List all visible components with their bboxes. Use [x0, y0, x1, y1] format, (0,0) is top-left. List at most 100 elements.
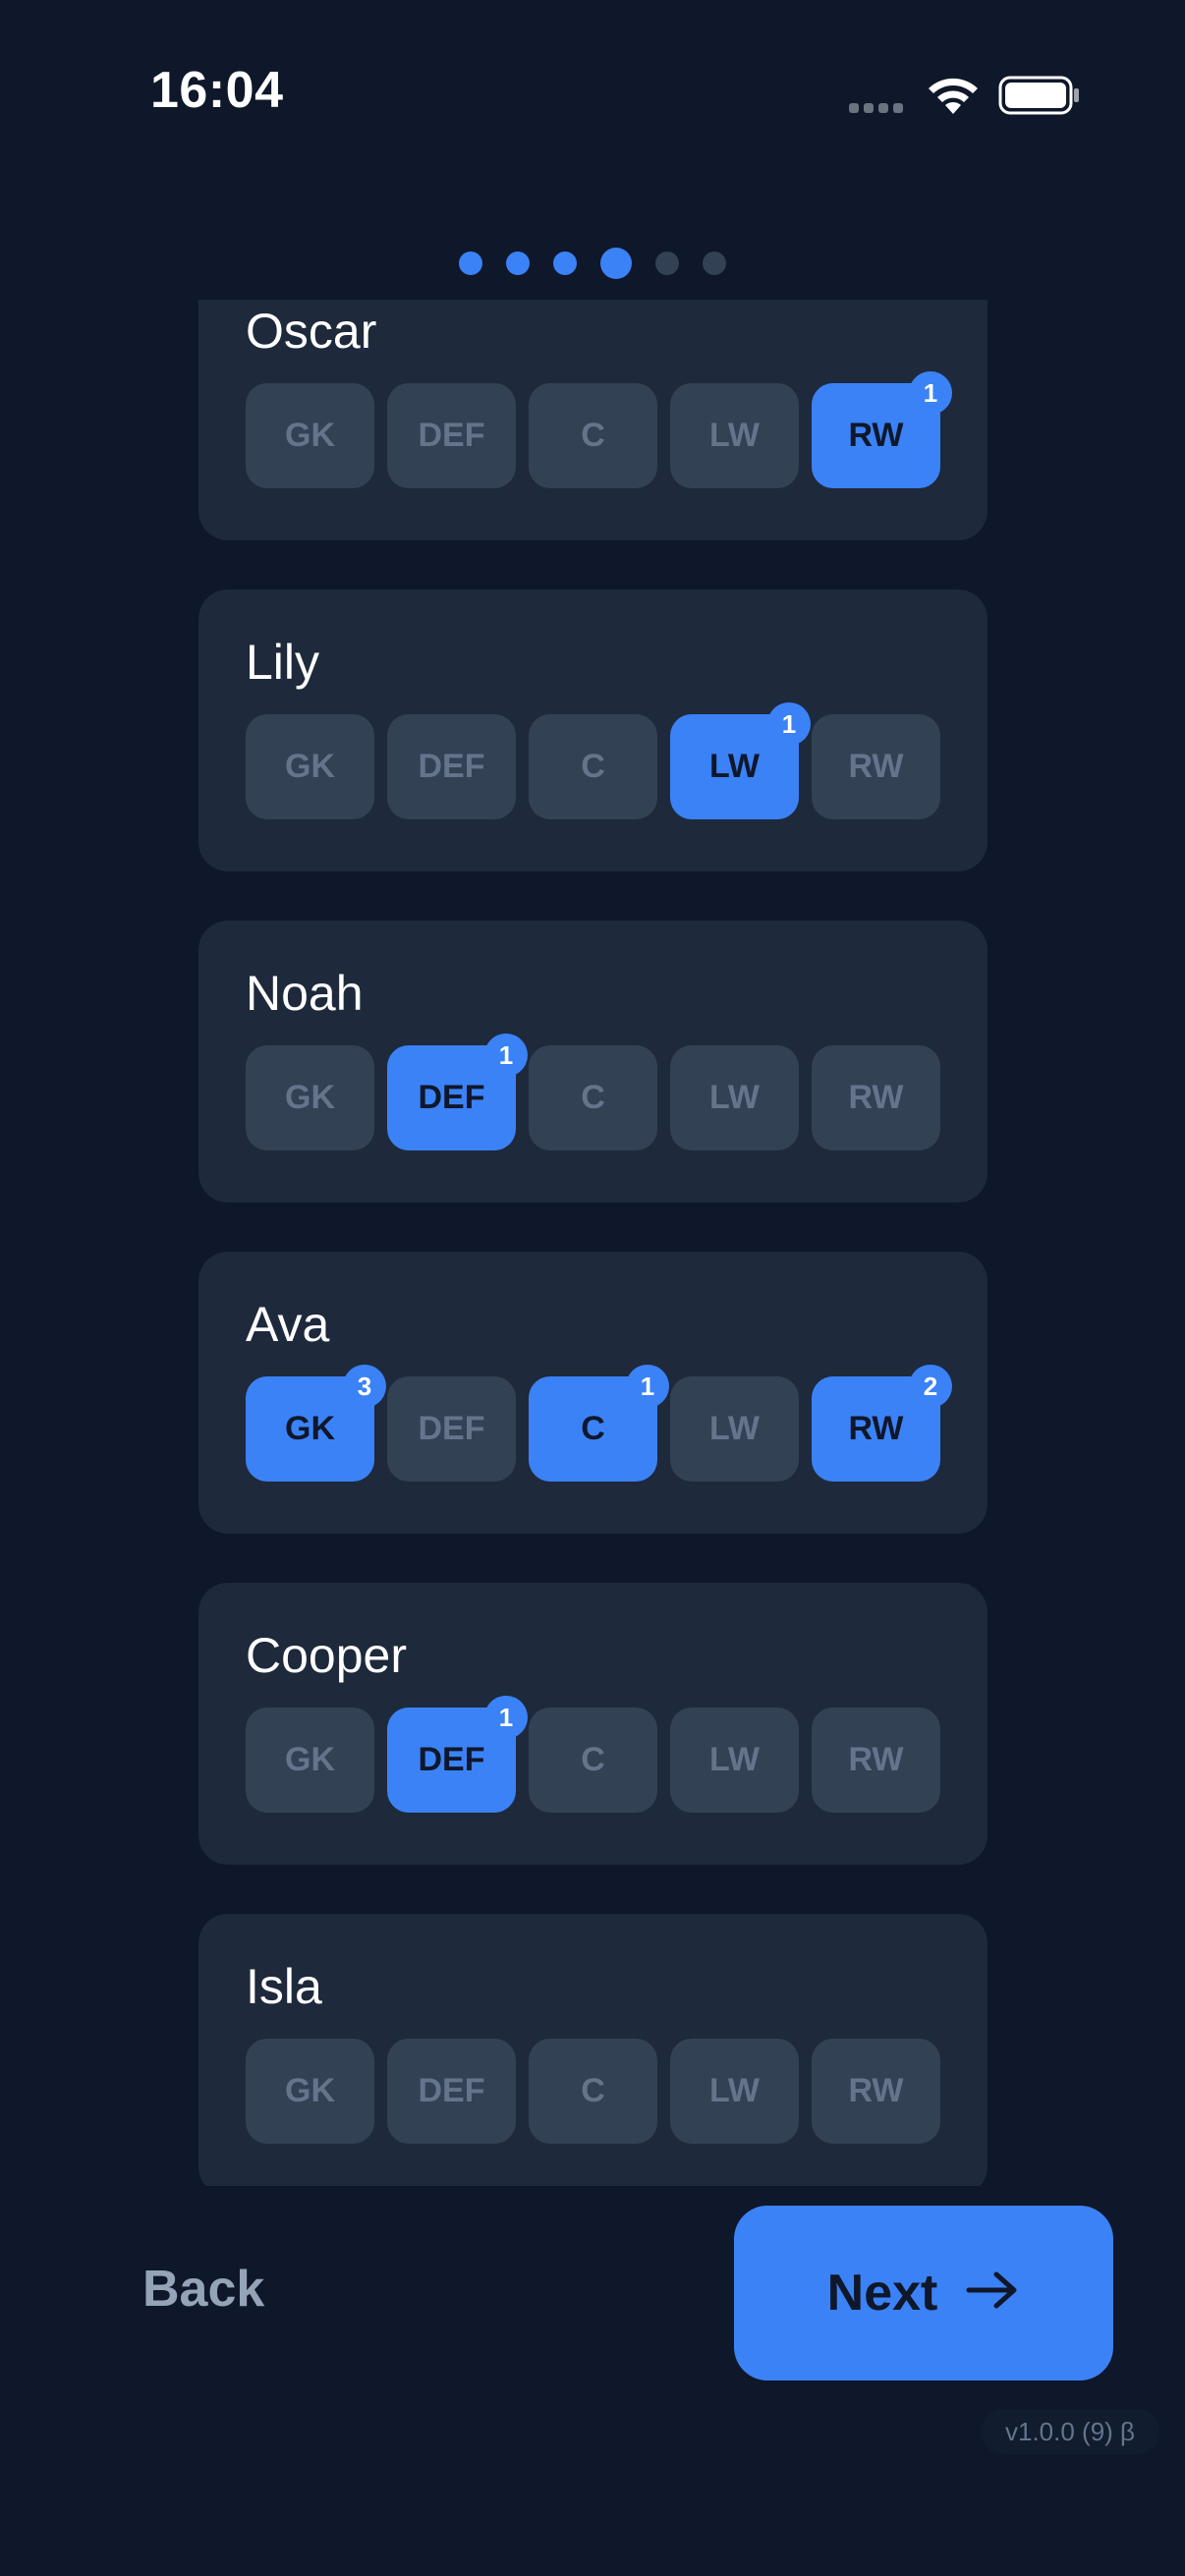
- page-indicator: [0, 248, 1185, 279]
- position-label: DEF: [418, 2072, 485, 2109]
- page-dot: [655, 252, 679, 275]
- player-card: Lily GK DEF C LW 1 RW: [198, 589, 988, 871]
- position-label: C: [581, 1079, 605, 1116]
- player-name: Lily: [246, 635, 320, 690]
- position-label: LW: [709, 748, 760, 785]
- selection-count-badge: 1: [909, 371, 952, 415]
- position-button-lw[interactable]: LW: [670, 1708, 799, 1813]
- page-dot: [506, 252, 530, 275]
- player-card: Cooper GK DEF 1 C LW RW: [198, 1583, 988, 1865]
- position-button-gk[interactable]: GK 3: [246, 1365, 386, 1482]
- position-button-rw[interactable]: RW: [812, 714, 940, 819]
- version-label: v1.0.0 (9) β: [981, 2409, 1159, 2454]
- position-label: DEF: [418, 1410, 485, 1447]
- position-button-lw[interactable]: LW: [670, 1376, 799, 1482]
- screen: 16:04 Oscar GK DEF C LW RW 1 Lily GK DEF C LW 1 RW Noa…: [0, 0, 1185, 2576]
- position-button-def[interactable]: DEF 1: [387, 1696, 528, 1813]
- player-card: Noah GK DEF 1 C LW RW: [198, 921, 988, 1203]
- player-list-scroll[interactable]: Oscar GK DEF C LW RW 1 Lily GK DEF C LW 1 RW Noah GK DEF…: [0, 300, 1185, 2186]
- selection-count-badge: 3: [343, 1365, 386, 1408]
- position-label: C: [581, 748, 605, 785]
- position-button-gk[interactable]: GK: [246, 1708, 374, 1813]
- back-button[interactable]: Back: [142, 2260, 264, 2319]
- position-button-c[interactable]: C: [529, 1708, 657, 1813]
- player-name: Isla: [246, 1959, 322, 2014]
- position-label: GK: [285, 748, 335, 785]
- position-label: C: [581, 1741, 605, 1778]
- selection-count-badge: 1: [484, 1034, 528, 1077]
- position-label: RW: [848, 417, 904, 454]
- position-button-lw[interactable]: LW 1: [670, 702, 811, 819]
- position-selector: GK DEF C LW RW: [246, 2039, 940, 2144]
- position-selector: GK DEF 1 C LW RW: [246, 1034, 940, 1150]
- position-button-def[interactable]: DEF: [387, 2039, 516, 2144]
- position-button-gk[interactable]: GK: [246, 2039, 374, 2144]
- position-label: GK: [285, 1741, 335, 1778]
- position-label: RW: [848, 748, 904, 785]
- position-label: RW: [848, 1741, 904, 1778]
- page-dot: [459, 252, 482, 275]
- player-name: Noah: [246, 966, 364, 1021]
- position-button-rw[interactable]: RW: [812, 1045, 940, 1150]
- position-label: DEF: [418, 1079, 485, 1116]
- position-selector: GK 3 DEF C 1 LW RW 2: [246, 1365, 952, 1482]
- position-button-rw[interactable]: RW: [812, 1708, 940, 1813]
- player-name: Ava: [246, 1297, 330, 1352]
- battery-icon: [998, 75, 1081, 121]
- next-button-label: Next: [826, 2265, 938, 2322]
- position-label: DEF: [418, 748, 485, 785]
- page-dot: [553, 252, 577, 275]
- position-label: LW: [709, 1741, 760, 1778]
- page-dot: [600, 248, 632, 279]
- position-label: LW: [709, 1079, 760, 1116]
- position-button-def[interactable]: DEF: [387, 714, 516, 819]
- player-list: Oscar GK DEF C LW RW 1 Lily GK DEF C LW 1 RW Noah GK DEF…: [198, 300, 988, 2186]
- position-button-gk[interactable]: GK: [246, 1045, 374, 1150]
- selection-count-badge: 2: [909, 1365, 952, 1408]
- position-button-rw[interactable]: RW: [812, 2039, 940, 2144]
- position-label: DEF: [418, 417, 485, 454]
- position-button-c[interactable]: C: [529, 383, 657, 488]
- position-button-c[interactable]: C: [529, 714, 657, 819]
- player-name: Cooper: [246, 1628, 407, 1683]
- position-button-lw[interactable]: LW: [670, 2039, 799, 2144]
- position-button-lw[interactable]: LW: [670, 383, 799, 488]
- selection-count-badge: 1: [484, 1696, 528, 1739]
- wifi-icon: [926, 75, 981, 121]
- position-label: LW: [709, 417, 760, 454]
- cellular-signal-icon: [849, 103, 903, 113]
- position-button-def[interactable]: DEF: [387, 1376, 516, 1482]
- position-label: RW: [848, 2072, 904, 2109]
- player-card: Ava GK 3 DEF C 1 LW RW 2: [198, 1252, 988, 1534]
- position-button-c[interactable]: C: [529, 2039, 657, 2144]
- selection-count-badge: 1: [626, 1365, 669, 1408]
- position-button-gk[interactable]: GK: [246, 383, 374, 488]
- position-label: RW: [848, 1079, 904, 1116]
- position-label: C: [581, 2072, 605, 2109]
- position-selector: GK DEF 1 C LW RW: [246, 1696, 940, 1813]
- position-button-c[interactable]: C: [529, 1045, 657, 1150]
- position-button-def[interactable]: DEF 1: [387, 1034, 528, 1150]
- position-button-c[interactable]: C1: [529, 1365, 669, 1482]
- player-name: Oscar: [246, 304, 377, 359]
- position-label: GK: [285, 417, 335, 454]
- position-label: C: [581, 1410, 605, 1447]
- position-label: RW: [848, 1410, 904, 1447]
- position-button-rw[interactable]: RW 1: [812, 371, 952, 488]
- status-time: 16:04: [150, 62, 284, 119]
- position-selector: GK DEF C LW RW 1: [246, 371, 952, 488]
- position-button-lw[interactable]: LW: [670, 1045, 799, 1150]
- position-label: C: [581, 417, 605, 454]
- next-button[interactable]: Next: [734, 2206, 1113, 2380]
- position-label: LW: [709, 2072, 760, 2109]
- position-button-def[interactable]: DEF: [387, 383, 516, 488]
- player-card: Oscar GK DEF C LW RW 1: [198, 300, 988, 540]
- position-label: GK: [285, 1410, 335, 1447]
- position-button-gk[interactable]: GK: [246, 714, 374, 819]
- position-label: LW: [709, 1410, 760, 1447]
- position-button-rw[interactable]: RW 2: [812, 1365, 952, 1482]
- position-label: DEF: [418, 1741, 485, 1778]
- page-dot: [703, 252, 726, 275]
- position-selector: GK DEF C LW 1 RW: [246, 702, 940, 819]
- position-label: GK: [285, 2072, 335, 2109]
